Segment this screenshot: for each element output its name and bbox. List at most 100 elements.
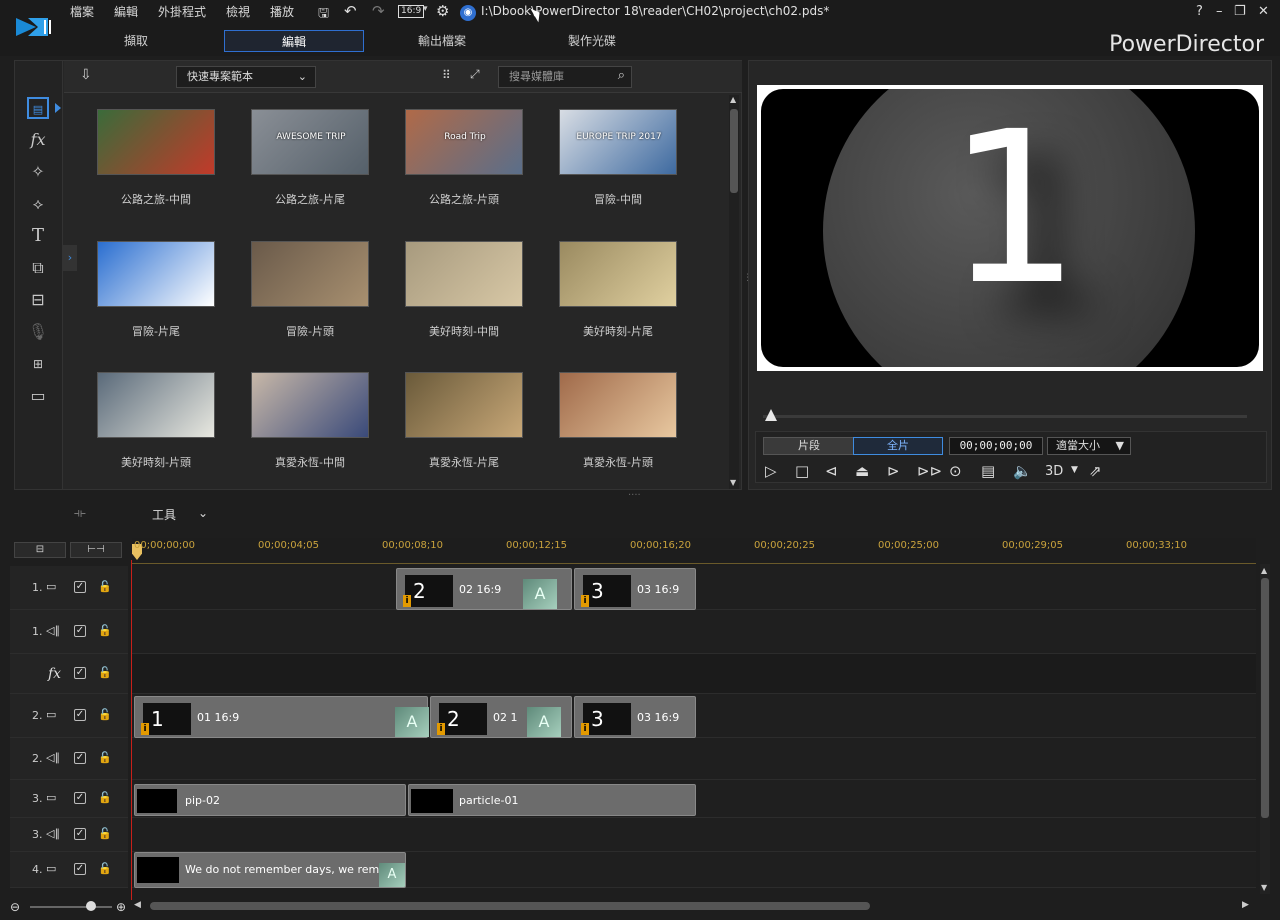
previous-frame-icon[interactable]: ⊲: [825, 462, 838, 480]
track-lock-icon[interactable]: 🔓: [98, 827, 112, 840]
zoom-slider[interactable]: [30, 906, 112, 908]
scroll-up-icon[interactable]: ▲: [1261, 566, 1267, 575]
chevron-down-icon[interactable]: ⌄: [198, 506, 208, 520]
template-thumbnail[interactable]: [405, 241, 523, 307]
fx-room-icon[interactable]: fx: [27, 129, 49, 151]
help-button[interactable]: ?: [1196, 4, 1203, 19]
menu-file[interactable]: 檔案: [70, 3, 94, 20]
template-thumbnail[interactable]: AWESOME TRIP: [251, 109, 369, 175]
clip-track2-02[interactable]: 2 02 1 i A: [430, 696, 572, 738]
track-enable-checkbox[interactable]: ✓: [74, 667, 86, 679]
timecode-display[interactable]: 00;00;00;00: [949, 437, 1043, 455]
account-icon[interactable]: ◉: [460, 5, 476, 21]
3d-dropdown-icon[interactable]: ▼: [1071, 465, 1078, 475]
clip-title-text[interactable]: We do not remember days, we rem A: [134, 852, 406, 888]
track-lock-icon[interactable]: 🔓: [98, 708, 112, 721]
track-enable-checkbox[interactable]: ✓: [74, 863, 86, 875]
undock-preview-icon[interactable]: ⇗: [1089, 462, 1102, 480]
scroll-down-icon[interactable]: ▼: [730, 478, 736, 487]
track-lock-icon[interactable]: 🔓: [98, 862, 112, 875]
aspect-dropdown-icon[interactable]: ▾: [423, 4, 428, 14]
menu-view[interactable]: 檢視: [226, 3, 250, 20]
restore-button[interactable]: ❐: [1234, 4, 1246, 19]
track-lock-icon[interactable]: 🔓: [98, 580, 112, 593]
track-enable-checkbox[interactable]: ✓: [74, 792, 86, 804]
scroll-up-icon[interactable]: ▲: [730, 95, 736, 104]
timeline-horizontal-scroll-thumb[interactable]: [150, 902, 870, 910]
clip-pip-02[interactable]: pip-02: [134, 784, 406, 816]
zoom-thumbnail-icon[interactable]: ⤢: [470, 67, 480, 82]
track-lock-icon[interactable]: 🔓: [98, 791, 112, 804]
template-dropdown[interactable]: 快速專案範本 ⌄: [176, 66, 316, 88]
scroll-left-icon[interactable]: ◀: [134, 900, 141, 910]
zoom-out-icon[interactable]: ⊖: [10, 900, 20, 914]
track-enable-checkbox[interactable]: ✓: [74, 752, 86, 764]
play-icon[interactable]: ▷: [765, 462, 777, 480]
tab-create-disc[interactable]: 製作光碟: [522, 30, 662, 52]
settings-gear-icon[interactable]: ⚙: [436, 2, 449, 20]
close-button[interactable]: ✕: [1258, 4, 1269, 19]
clip-track2-01[interactable]: 1 01 16:9 i A: [134, 696, 429, 738]
chapter-room-icon[interactable]: ⊞: [27, 353, 49, 375]
transition-room-icon[interactable]: ⧉: [27, 257, 49, 279]
particle-room-icon[interactable]: ⟡: [27, 193, 49, 215]
redo-icon[interactable]: ↷: [372, 2, 385, 20]
track-enable-checkbox[interactable]: ✓: [74, 625, 86, 637]
tab-edit[interactable]: 編輯: [224, 30, 364, 52]
scroll-down-icon[interactable]: ▼: [1261, 883, 1267, 892]
media-room-icon[interactable]: ▤: [27, 97, 49, 119]
template-thumbnail[interactable]: [559, 241, 677, 307]
template-thumbnail[interactable]: EUROPE TRIP 2017: [559, 109, 677, 175]
subtitle-room-icon[interactable]: ▭: [27, 385, 49, 407]
track-enable-checkbox[interactable]: ✓: [74, 581, 86, 593]
movie-mode-button[interactable]: 全片: [853, 437, 943, 455]
zoom-slider-handle[interactable]: [86, 901, 96, 911]
track-manager-icon[interactable]: ⊟: [14, 542, 66, 558]
search-input[interactable]: 搜尋媒體庫 ⌕: [498, 66, 632, 88]
menu-playback[interactable]: 播放: [270, 3, 294, 20]
snapshot-camera-icon[interactable]: ⊙: [949, 462, 962, 480]
split-tool-icon[interactable]: ⟛: [74, 506, 86, 521]
library-scrollbar[interactable]: ▲ ▼: [729, 95, 739, 489]
split-marker-icon[interactable]: ⏏: [855, 462, 869, 480]
template-thumbnail[interactable]: [405, 372, 523, 438]
import-media-icon[interactable]: ⇩: [80, 67, 92, 83]
scrubber-handle[interactable]: [765, 409, 777, 421]
track-lane[interactable]: [132, 654, 1256, 694]
track-lock-icon[interactable]: 🔓: [98, 666, 112, 679]
tools-menu[interactable]: 工具: [152, 506, 176, 523]
aspect-ratio-button[interactable]: 16:9: [398, 5, 425, 18]
preview-scrubber[interactable]: [763, 415, 1247, 418]
track-lock-icon[interactable]: 🔓: [98, 624, 112, 637]
tab-produce[interactable]: 輸出檔案: [372, 30, 512, 52]
stop-icon[interactable]: □: [795, 462, 809, 480]
template-thumbnail[interactable]: [559, 372, 677, 438]
menu-plugins[interactable]: 外掛程式: [158, 3, 206, 20]
fit-timeline-icon[interactable]: ⊢⊣: [70, 542, 122, 558]
clip-mode-button[interactable]: 片段: [763, 437, 855, 455]
track-lane[interactable]: [132, 818, 1256, 852]
template-thumbnail[interactable]: [97, 372, 215, 438]
template-thumbnail[interactable]: [251, 372, 369, 438]
template-thumbnail[interactable]: [97, 241, 215, 307]
3d-mode-button[interactable]: 3D: [1045, 464, 1063, 479]
voiceover-room-icon[interactable]: 🎙: [27, 321, 49, 343]
save-icon[interactable]: 🖫: [318, 4, 329, 26]
clip-track1-02[interactable]: 2 02 16:9 i A: [396, 568, 572, 610]
minimize-button[interactable]: –: [1216, 4, 1223, 19]
tab-capture[interactable]: 擷取: [66, 30, 206, 52]
zoom-dropdown[interactable]: 適當大小 ▼: [1047, 437, 1131, 455]
expand-panel-icon[interactable]: ›: [63, 245, 77, 271]
volume-icon[interactable]: 🔈: [1013, 462, 1032, 480]
subtitle-toggle-icon[interactable]: ▤: [981, 462, 995, 480]
search-icon[interactable]: ⌕: [618, 66, 625, 86]
template-thumbnail[interactable]: Road Trip: [405, 109, 523, 175]
track-lane[interactable]: [132, 738, 1256, 780]
grid-view-icon[interactable]: ⠿: [442, 68, 451, 82]
panel-splitter-handle[interactable]: ⋮: [743, 273, 752, 283]
track-enable-checkbox[interactable]: ✓: [74, 709, 86, 721]
clip-track1-03[interactable]: 3 03 16:9 i: [574, 568, 696, 610]
track-enable-checkbox[interactable]: ✓: [74, 828, 86, 840]
pip-room-icon[interactable]: ✧: [27, 161, 49, 183]
clip-particle-01[interactable]: particle-01: [408, 784, 696, 816]
